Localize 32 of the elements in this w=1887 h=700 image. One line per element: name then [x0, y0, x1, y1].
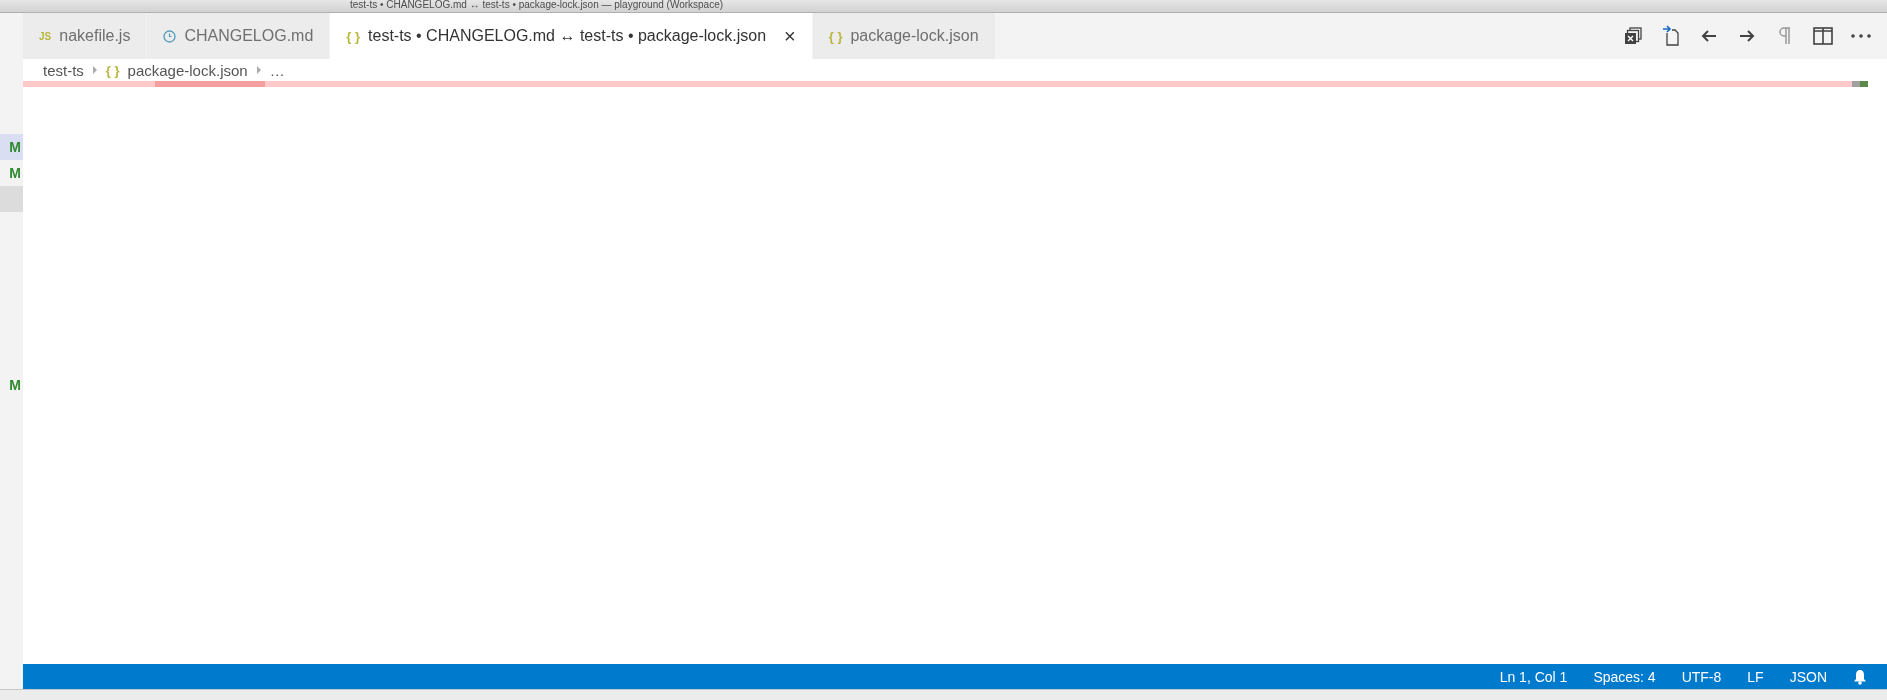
editor-tab[interactable]: { } package-lock.json — [812, 13, 996, 59]
minimap-marker — [1852, 81, 1868, 87]
status-item[interactable]: Ln 1, Col 1 — [1499, 668, 1568, 685]
editor-tab[interactable]: JS nakefile.js — [23, 13, 148, 59]
status-item[interactable]: UTF-8 — [1681, 668, 1722, 685]
bell-icon[interactable] — [1853, 668, 1867, 685]
tab-label: CHANGELOG.md — [184, 27, 314, 45]
breadcrumb[interactable]: package-lock.json — [127, 61, 248, 79]
chevron-icon — [255, 66, 262, 74]
status-item[interactable]: Spaces: 4 — [1593, 668, 1656, 685]
tab-label: package-lock.json — [850, 27, 979, 45]
chevron-icon — [91, 66, 98, 74]
breadcrumb[interactable]: test-ts — [43, 61, 84, 79]
split-editor-icon[interactable] — [1811, 24, 1835, 48]
json-file-icon: { } — [105, 62, 120, 78]
modified-status-label: M — [9, 139, 21, 155]
modified-status-label: M — [9, 377, 21, 393]
clock-icon — [163, 29, 177, 43]
json-file-icon: { } — [828, 28, 843, 44]
status-item[interactable]: LF — [1747, 668, 1764, 685]
json-file-icon: { } — [346, 28, 361, 44]
modified-status-label: M — [9, 165, 21, 181]
editor-tab[interactable]: CHANGELOG.md — [147, 13, 331, 59]
window-title: test-ts • CHANGELOG.md ↔ test-ts • package-lock.json — playground (Workspace) — [350, 0, 724, 12]
js-file-icon: JS — [39, 30, 52, 42]
editor-tab[interactable]: { } test-ts • CHANGELOG.md ↔ test-ts • package-lock.json × — [330, 13, 813, 59]
tab-label: nakefile.js — [59, 27, 131, 45]
close-icon[interactable]: × — [784, 24, 796, 48]
tab-label: test-ts • CHANGELOG.md ↔ test-ts • package-lock.json — [368, 27, 767, 45]
sidebar-item[interactable]: M — [0, 134, 23, 160]
breadcrumb[interactable]: … — [269, 61, 285, 79]
status-item[interactable]: JSON — [1789, 668, 1827, 685]
